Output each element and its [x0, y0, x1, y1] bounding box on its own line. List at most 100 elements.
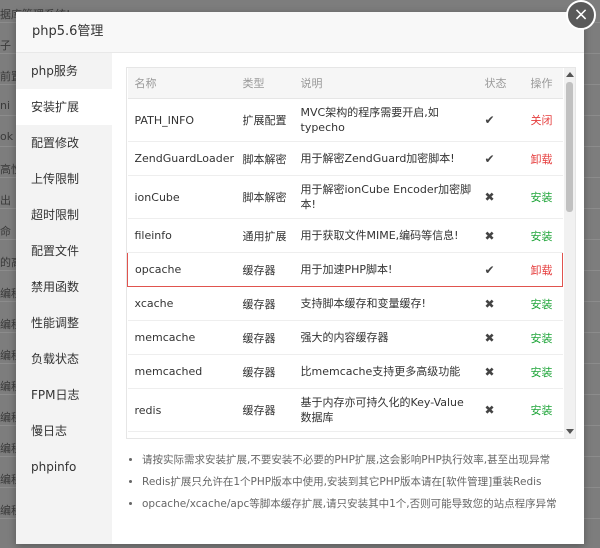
scroll-down-arrow-icon[interactable] [566, 429, 574, 434]
extension-type: 脚本解密 [242, 191, 287, 204]
sidebar-item[interactable]: php服务 [16, 53, 112, 89]
note-item: 请按实际需求安装扩展,不要安装不必要的PHP扩展,这会影响PHP执行效率,甚至出… [142, 453, 576, 467]
sidebar-item[interactable]: 安装扩展 [16, 89, 112, 125]
table-cell: memcache [127, 320, 236, 355]
table-cell: 安装 [523, 320, 563, 355]
extension-panel: 名称 类型 说明 状态 操作 PATH_INFO 扩展配置 MVC架构的程序需要开启… [126, 67, 576, 533]
sidebar-item[interactable]: FPM日志 [16, 377, 112, 413]
table-cell: 用于解密ionCube Encoder加密脚本! [293, 175, 478, 219]
extension-desc: 强大的内容缓存器 [300, 331, 389, 344]
scroll-thumb[interactable] [566, 82, 573, 212]
close-icon: × [573, 4, 589, 25]
table-row: apcu缓存器脚本缓存器✖安装 [127, 431, 563, 438]
header-type: 类型 [235, 68, 294, 99]
table-cell: ZendGuardLoader [127, 141, 236, 176]
table-row: PATH_INFO 扩展配置 MVC架构的程序需要开启,如typecho ✔ 关闭 [127, 98, 563, 142]
sidebar-item[interactable]: 性能调整 [16, 305, 112, 341]
install-link[interactable]: 安装 [531, 332, 553, 345]
sidebar-item[interactable]: 配置修改 [16, 125, 112, 161]
table-cell: 缓存器 [235, 431, 294, 438]
table-cell: 缓存器 [235, 388, 294, 432]
status-icon: ✖ [484, 296, 495, 311]
table-cell: 安装 [523, 431, 563, 438]
background-row-text: 出 [0, 194, 11, 207]
extension-type: 缓存器 [242, 404, 276, 417]
status-icon: ✖ [484, 364, 495, 379]
sidebar-item[interactable]: phpinfo [16, 449, 112, 485]
sidebar-item[interactable]: 禁用函数 [16, 269, 112, 305]
extension-desc: 用于获取文件MIME,编码等信息! [300, 229, 459, 242]
extension-table: 名称 类型 说明 状态 操作 PATH_INFO 扩展配置 MVC架构的程序需要开启… [127, 68, 563, 438]
table-cell: 卸载 [523, 252, 563, 287]
status-icon: ✖ [484, 228, 495, 243]
table-scrollbar[interactable] [564, 68, 575, 438]
extension-type: 缓存器 [242, 297, 276, 311]
close-button[interactable]: × [566, 0, 596, 30]
table-cell: opcache [127, 252, 236, 287]
extension-type: 缓存器 [242, 331, 276, 345]
table-cell: redis [127, 388, 236, 432]
sidebar-item[interactable]: 慢日志 [16, 413, 112, 449]
table-cell: ✖ [477, 431, 524, 438]
note-item: Redis扩展只允许在1个PHP版本中使用,安装到其它PHP版本请在[软件管理]… [142, 475, 576, 489]
extension-name: memcached [134, 365, 203, 378]
table-cell: memcached [127, 354, 236, 389]
install-link[interactable]: 安装 [531, 191, 553, 204]
sidebar-item[interactable]: 上传限制 [16, 161, 112, 197]
background-row-text: ni [0, 99, 11, 112]
table-cell: 比memcache支持更多高级功能 [293, 354, 478, 389]
extension-desc: 用于加速PHP脚本! [300, 263, 393, 276]
status-icon: ✖ [484, 190, 495, 204]
table-cell: 扩展配置 [235, 98, 294, 142]
notes-list: 请按实际需求安装扩展,不要安装不必要的PHP扩展,这会影响PHP执行效率,甚至出… [126, 453, 576, 511]
table-cell: PATH_INFO [127, 98, 236, 142]
sidebar-menu: php服务 安装扩展 配置修改 上传限制 超时限制 配置文件 禁用函数 性能调整 负载状态 FPM… [16, 53, 112, 544]
table-cell: 通用扩展 [235, 218, 294, 253]
table-row: fileinfo 通用扩展 用于获取文件MIME,编码等信息! ✖ 安装 [127, 218, 563, 253]
table-cell: 安装 [523, 175, 563, 219]
table-cell: 缓存器 [235, 354, 294, 389]
header-status: 状态 [477, 68, 524, 99]
extension-name: memcache [134, 331, 196, 344]
install-link[interactable]: 安装 [531, 366, 553, 379]
uninstall-link[interactable]: 关闭 [531, 114, 553, 127]
sidebar-item[interactable]: 配置文件 [16, 233, 112, 269]
status-icon: ✔ [484, 151, 495, 166]
extension-type: 缓存器 [242, 365, 276, 379]
install-link[interactable]: 安装 [531, 230, 553, 243]
table-cell: 支持脚本缓存和变量缓存! [293, 286, 478, 321]
table-cell: 脚本解密 [235, 175, 294, 219]
table-cell: 用于加速PHP脚本! [293, 252, 478, 287]
table-cell: apcu [127, 431, 236, 438]
table-cell: 脚本缓存器 [293, 431, 478, 438]
table-cell: 安装 [523, 388, 563, 432]
table-cell: ✖ [477, 388, 524, 432]
uninstall-link[interactable]: 卸载 [531, 264, 553, 277]
table-cell: 用于获取文件MIME,编码等信息! [293, 218, 478, 253]
table-row: ionCube 脚本解密 用于解密ionCube Encoder加密脚本! ✖ 安装 [127, 175, 563, 219]
scroll-up-arrow-icon[interactable] [566, 72, 574, 77]
uninstall-link[interactable]: 卸载 [531, 153, 553, 166]
table-row: ZendGuardLoader 脚本解密 用于解密ZendGuard加密脚本! ✔ 卸载 [127, 141, 563, 176]
table-cell: 关闭 [523, 98, 563, 142]
table-row: redis 缓存器 基于内存亦可持久化的Key-Value数据库 ✖ 安装 [127, 388, 563, 432]
dialog-title: php5.6管理 [16, 12, 584, 53]
status-icon: ✖ [484, 403, 495, 417]
table-cell: 强大的内容缓存器 [293, 320, 478, 355]
table-row: opcache 缓存器 用于加速PHP脚本! ✔ 卸载 [127, 252, 563, 287]
extension-desc: 支持脚本缓存和变量缓存! [300, 297, 426, 310]
extension-name: PATH_INFO [134, 113, 195, 127]
table-cell: 安装 [523, 218, 563, 253]
install-link[interactable]: 安装 [531, 298, 553, 311]
table-cell: 脚本解密 [235, 141, 294, 176]
extension-name: ZendGuardLoader [134, 152, 234, 165]
sidebar-item[interactable]: 负载状态 [16, 341, 112, 377]
install-link[interactable]: 安装 [531, 404, 553, 417]
table-cell: 缓存器 [235, 320, 294, 355]
table-cell: 缓存器 [235, 286, 294, 321]
extension-desc: 用于解密ionCube Encoder加密脚本! [300, 183, 472, 211]
extension-type: 脚本解密 [242, 152, 287, 166]
extension-type: 通用扩展 [242, 229, 287, 243]
sidebar-item[interactable]: 超时限制 [16, 197, 112, 233]
extension-desc: 用于解密ZendGuard加密脚本! [300, 152, 455, 165]
